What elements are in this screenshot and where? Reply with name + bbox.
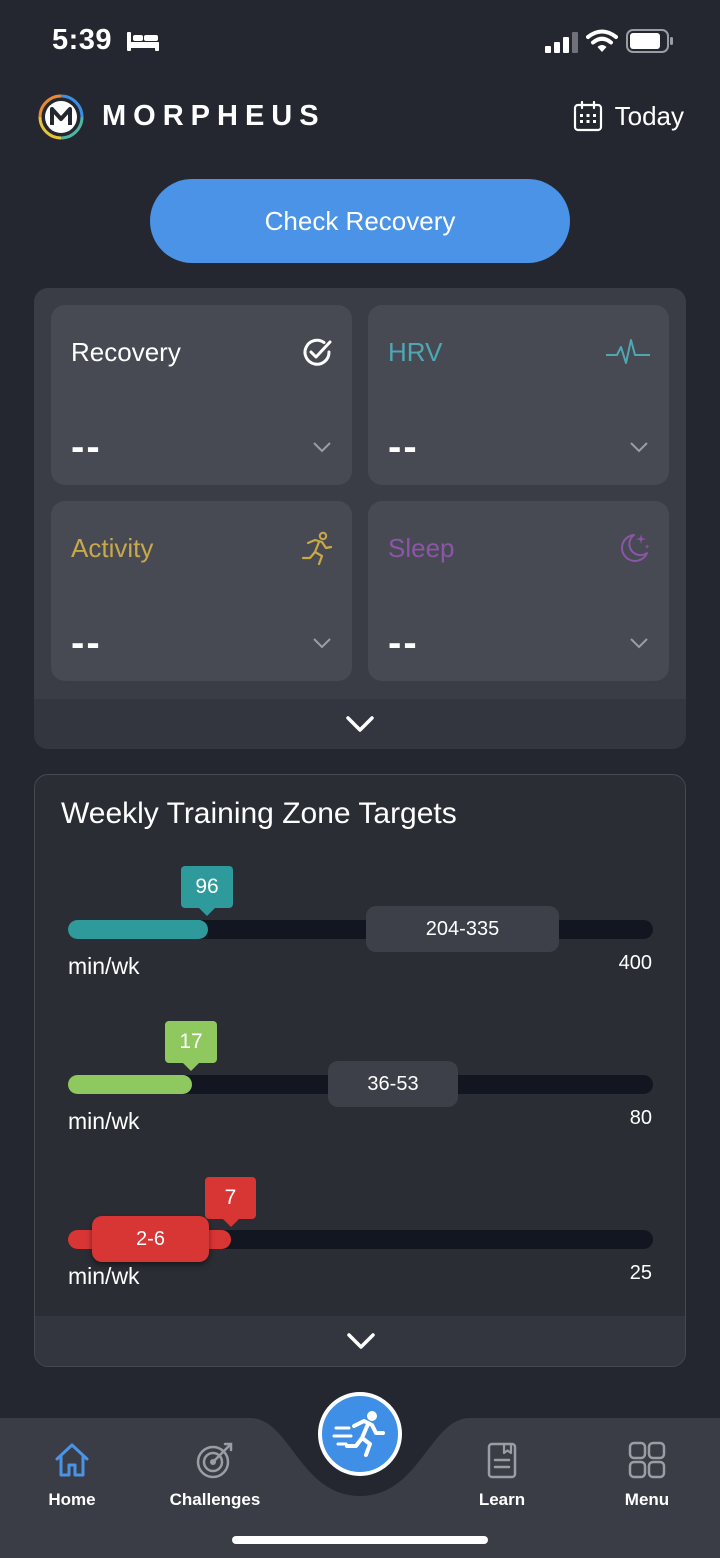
tab-challenges-label: Challenges	[169, 1490, 261, 1509]
sleep-title: Sleep	[388, 533, 455, 563]
tab-learn[interactable]: Learn	[442, 1440, 562, 1510]
home-indicator	[232, 1536, 488, 1544]
zone2-fill	[68, 1075, 192, 1094]
activity-title: Activity	[71, 533, 154, 563]
zones-expand-button[interactable]	[35, 1316, 685, 1366]
recovery-check-icon	[303, 338, 332, 366]
home-icon	[55, 1443, 89, 1477]
grid-menu-icon	[628, 1441, 666, 1479]
start-workout-button[interactable]	[318, 1392, 402, 1476]
tab-menu[interactable]: Menu	[587, 1440, 707, 1510]
metrics-expand-button[interactable]	[34, 699, 686, 749]
zone1-track	[68, 920, 653, 939]
training-zones-panel: Weekly Training Zone Targets 96 204-335 …	[34, 774, 686, 1367]
heart-rate-wave-icon	[606, 339, 650, 364]
hrv-card[interactable]: HRV --	[368, 305, 669, 485]
zone3-target-range: 2-6	[92, 1216, 209, 1262]
chevron-down-icon	[347, 1333, 375, 1349]
sleep-value: --	[388, 621, 419, 665]
running-person-icon	[332, 1411, 385, 1457]
zones-title: Weekly Training Zone Targets	[61, 797, 457, 830]
sleep-focus-icon	[127, 32, 159, 51]
today-date-selector[interactable]: Today	[573, 100, 684, 132]
zone2-value-marker: 17	[165, 1021, 217, 1071]
zone1-max: 400	[618, 952, 652, 974]
status-bar: 5:39	[0, 0, 720, 80]
tab-home[interactable]: Home	[12, 1440, 132, 1510]
zone1-unit: min/wk	[68, 953, 140, 979]
activity-card[interactable]: Activity --	[51, 501, 352, 681]
zone3-max: 25	[629, 1262, 652, 1284]
hrv-title: HRV	[388, 337, 443, 367]
running-person-icon	[301, 531, 333, 565]
chevron-down-icon	[630, 638, 648, 649]
zone1-target-range: 204-335	[366, 906, 559, 952]
tab-home-label: Home	[48, 1490, 96, 1509]
wifi-icon	[586, 29, 618, 52]
tab-menu-label: Menu	[624, 1490, 670, 1509]
calendar-icon	[573, 100, 602, 132]
sleep-card[interactable]: Sleep --	[368, 501, 669, 681]
zone2-unit: min/wk	[68, 1108, 140, 1134]
activity-value: --	[71, 621, 102, 665]
today-label: Today	[614, 100, 684, 131]
chevron-down-icon	[630, 442, 648, 453]
morpheus-logo-icon	[38, 94, 84, 140]
hrv-value: --	[388, 425, 419, 469]
battery-icon	[626, 29, 673, 53]
chevron-down-icon	[313, 442, 331, 453]
zone2-target-range: 36-53	[328, 1061, 458, 1107]
zone1-fill	[68, 920, 208, 939]
brand-name: MORPHEUS	[102, 100, 326, 132]
target-arrow-icon	[196, 1442, 233, 1479]
notebook-icon	[487, 1442, 517, 1479]
zone3-unit: min/wk	[68, 1263, 140, 1289]
recovery-card[interactable]: Recovery --	[51, 305, 352, 485]
zone1-value-marker: 96	[181, 866, 233, 916]
chevron-down-icon	[346, 716, 374, 732]
status-time: 5:39	[52, 24, 113, 56]
tab-learn-label: Learn	[478, 1490, 526, 1509]
moon-stars-icon	[621, 534, 650, 562]
recovery-value: --	[71, 425, 102, 469]
check-recovery-button[interactable]: Check Recovery	[150, 179, 570, 263]
metrics-panel: Recovery -- HRV -- Activity -- Sleep --	[34, 288, 686, 749]
cellular-signal-icon	[545, 32, 578, 53]
zone2-max: 80	[629, 1107, 652, 1129]
recovery-title: Recovery	[71, 337, 181, 367]
chevron-down-icon	[313, 638, 331, 649]
tab-challenges[interactable]: Challenges	[155, 1440, 275, 1510]
zone3-value-marker: 7	[205, 1177, 256, 1227]
